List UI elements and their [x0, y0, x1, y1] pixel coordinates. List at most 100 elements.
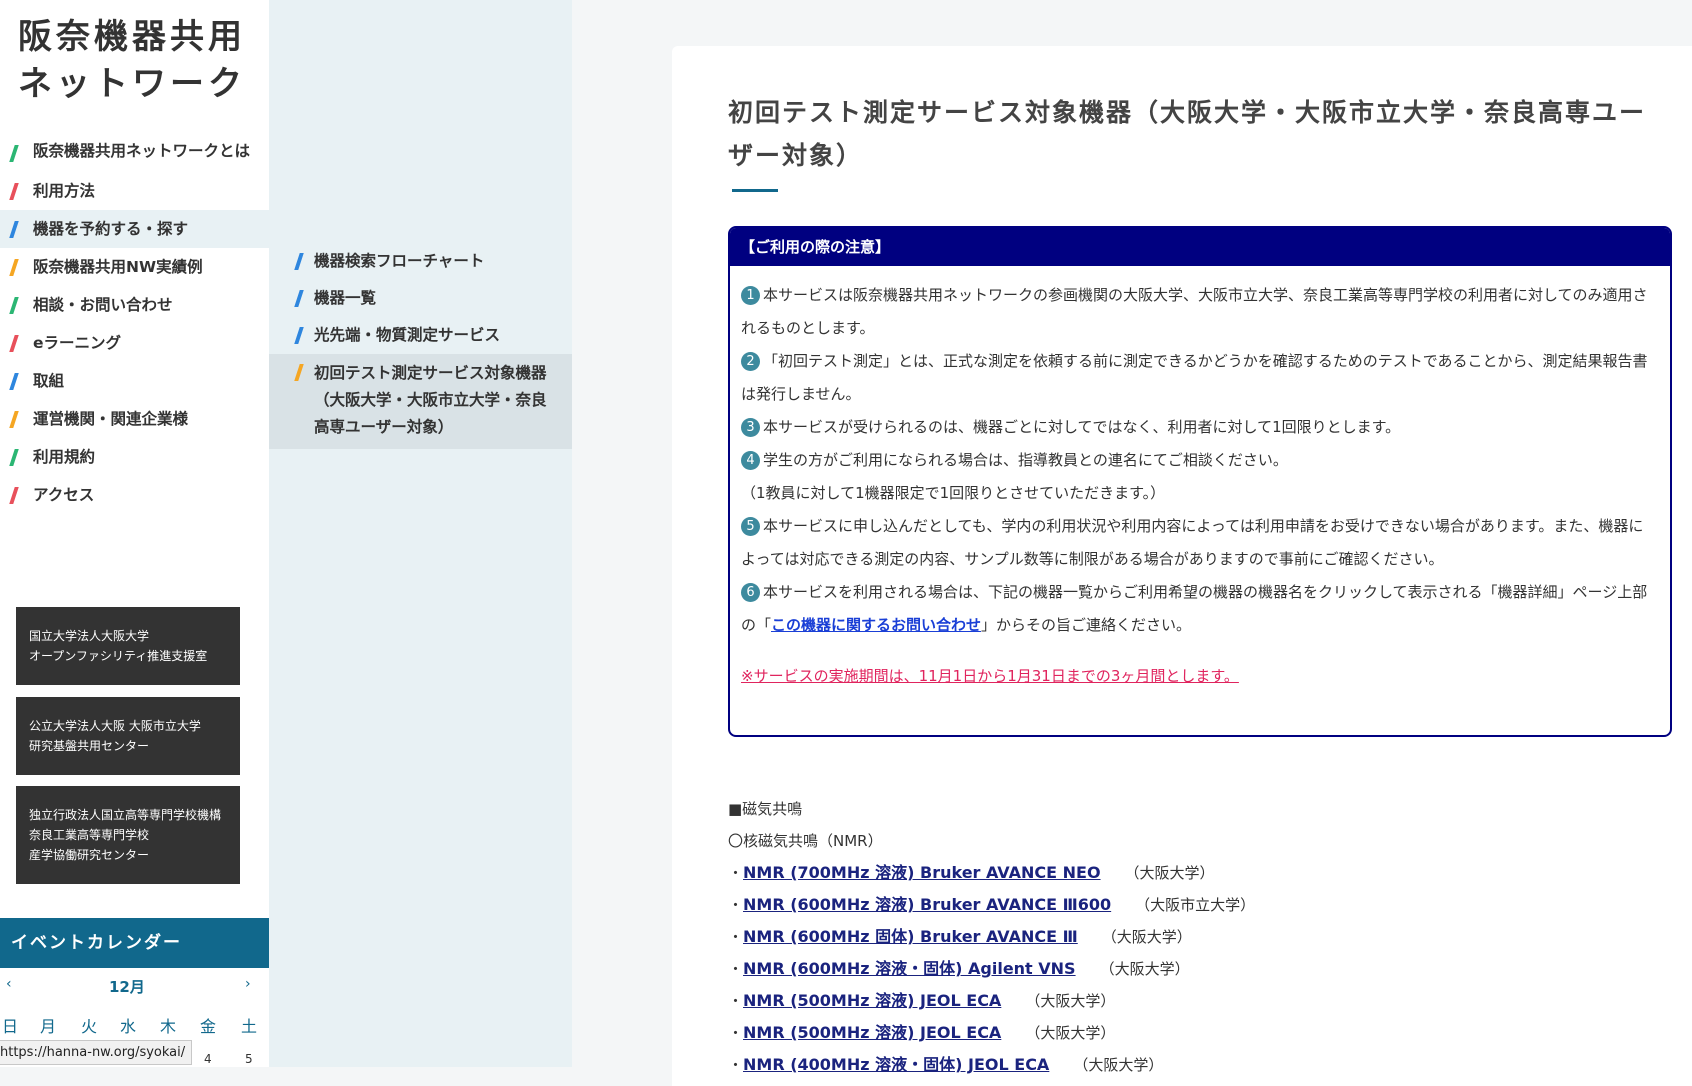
- slash-icon: [294, 327, 304, 344]
- notice-item-note: （1教員に対して1機器限定で1回限りとさせていただきます。）: [741, 484, 1166, 502]
- site-title-line1: 阪奈機器共用: [18, 17, 246, 57]
- instrument-row: ・NMR (500MHz 溶液) JEOL ECA （大阪大学）: [728, 1017, 1255, 1049]
- submenu-list: 機器検索フローチャート 機器一覧 光先端・物質測定サービス 初回テスト測定サービ…: [269, 243, 572, 449]
- nav-item-reserve[interactable]: 機器を予約する・探す: [0, 210, 269, 248]
- instrument-link[interactable]: NMR (500MHz 溶液) JEOL ECA: [743, 991, 1001, 1010]
- submenu-item-label: 機器一覧: [314, 289, 377, 307]
- weekday-sat: 土: [241, 1017, 258, 1036]
- org-link-line: 奈良工業高等専門学校: [29, 828, 150, 842]
- circled-number-3-icon: 3: [741, 418, 760, 437]
- nav-item-terms[interactable]: 利用規約: [0, 438, 269, 476]
- nav-item-label: 運営機関・関連企業様: [33, 410, 189, 428]
- nav-item-label: 阪奈機器共用NW実績例: [33, 258, 203, 276]
- notice-item-text: 本サービスに申し込んだとしても、学内の利用状況や利用内容によっては利用申請をお受…: [741, 517, 1644, 568]
- slash-icon: [294, 290, 304, 307]
- submenu-item-flowchart[interactable]: 機器検索フローチャート: [269, 243, 572, 280]
- bullet: ・: [728, 992, 744, 1010]
- org-link-line: 産学協働研究センター: [29, 848, 150, 862]
- notice-item-text: 「初回テスト測定」とは、正式な測定を依頼する前に測定できるかどうかを確認するため…: [741, 352, 1648, 403]
- calendar-day[interactable]: 5: [245, 1052, 253, 1066]
- slash-icon: [9, 259, 19, 276]
- slash-icon: [9, 373, 19, 390]
- instrument-institution: （大阪大学）: [1073, 1056, 1164, 1074]
- usage-notice-box: 【ご利用の際の注意】 1 本サービスは阪奈機器共用ネットワークの参画機関の大阪大学…: [728, 226, 1672, 737]
- slash-icon: [9, 145, 19, 162]
- submenu-item-label: 光先端・物質測定サービス: [314, 326, 501, 344]
- calendar-day[interactable]: 4: [204, 1052, 212, 1066]
- instrument-link[interactable]: NMR (500MHz 溶液) JEOL ECA: [743, 1023, 1001, 1042]
- submenu-item-label: 機器検索フローチャート: [314, 252, 485, 270]
- status-bar-url: https://hanna-nw.org/syokai/: [0, 1040, 193, 1065]
- bullet: ・: [728, 864, 744, 882]
- weekday-thu: 木: [160, 1017, 177, 1036]
- submenu-item-label: 初回テスト測定サービス対象機器（大阪大学・大阪市立大学・奈良高専ユーザー対象）: [314, 364, 547, 436]
- slash-icon: [9, 221, 19, 238]
- org-link-nara-kosen[interactable]: 独立行政法人国立高等専門学校機構 奈良工業高等専門学校 産学協働研究センター: [16, 786, 240, 884]
- slash-icon: [9, 335, 19, 352]
- nav-item-contact[interactable]: 相談・お問い合わせ: [0, 286, 269, 324]
- nav-item-organizations[interactable]: 運営機関・関連企業様: [0, 400, 269, 438]
- nav-item-usage[interactable]: 利用方法: [0, 172, 269, 210]
- bullet: ・: [728, 928, 744, 946]
- submenu-item-photon-service[interactable]: 光先端・物質測定サービス: [269, 317, 572, 354]
- instrument-row: ・NMR (700MHz 溶液) Bruker AVANCE NEO （大阪大学）: [728, 857, 1255, 889]
- notice-item: 3 本サービスが受けられるのは、機器ごとに対してではなく、利用者に対して1回限りと…: [741, 411, 1656, 444]
- calendar-prev-button[interactable]: ‹: [6, 976, 12, 992]
- page-title: 初回テスト測定サービス対象機器（大阪大学・大阪市立大学・奈良高専ユーザー対象）: [728, 98, 1647, 170]
- slash-icon: [294, 253, 304, 270]
- org-link-line: オープンファシリティ推進支援室: [29, 649, 208, 663]
- weekday-wed: 水: [120, 1017, 137, 1036]
- weekday-fri: 金: [200, 1017, 217, 1036]
- instrument-institution: （大阪大学）: [1025, 1024, 1116, 1042]
- submenu-panel: 機器検索フローチャート 機器一覧 光先端・物質測定サービス 初回テスト測定サービ…: [269, 0, 888, 1067]
- org-link-line: 公立大学法人大阪 大阪市立大学: [29, 719, 201, 733]
- instrument-list: ・NMR (700MHz 溶液) Bruker AVANCE NEO （大阪大学）…: [728, 857, 1255, 1081]
- org-link-osaka-univ[interactable]: 国立大学法人大阪大学 オープンファシリティ推進支援室: [16, 607, 240, 685]
- nav-item-access[interactable]: アクセス: [0, 476, 269, 514]
- instrument-row: ・NMR (400MHz 溶液・固体) JEOL ECA （大阪大学）: [728, 1049, 1255, 1081]
- nav-item-elearning[interactable]: eラーニング: [0, 324, 269, 362]
- nav-item-initiatives[interactable]: 取組: [0, 362, 269, 400]
- slash-icon: [9, 487, 19, 504]
- circled-number-1-icon: 1: [741, 286, 760, 305]
- submenu-item-instrument-list[interactable]: 機器一覧: [269, 280, 572, 317]
- nav-item-label: 阪奈機器共用ネットワークとは: [33, 142, 251, 160]
- calendar-month: 12月: [109, 978, 145, 996]
- org-link-line: 国立大学法人大阪大学: [29, 629, 150, 643]
- org-link-osaka-city-univ[interactable]: 公立大学法人大阪 大阪市立大学 研究基盤共用センター: [16, 697, 240, 775]
- notice-item: 2 「初回テスト測定」とは、正式な測定を依頼する前に測定できるかどうかを確認するた…: [741, 345, 1656, 411]
- nav-item-label: 相談・お問い合わせ: [33, 296, 173, 314]
- notice-item: 4 学生の方がご利用になられる場合は、指導教員との連名にてご相談ください。: [741, 444, 1656, 477]
- instrument-link[interactable]: NMR (600MHz 固体) Bruker AVANCE Ⅲ: [743, 927, 1078, 946]
- weekday-sun: 日: [2, 1017, 19, 1036]
- instrument-link[interactable]: NMR (600MHz 溶液) Bruker AVANCE Ⅲ600: [743, 895, 1111, 914]
- nav-item-achievements[interactable]: 阪奈機器共用NW実績例: [0, 248, 269, 286]
- submenu-item-trial-service[interactable]: 初回テスト測定サービス対象機器（大阪大学・大阪市立大学・奈良高専ユーザー対象）: [269, 354, 572, 449]
- instrument-link[interactable]: NMR (700MHz 溶液) Bruker AVANCE NEO: [743, 863, 1101, 882]
- title-underline: [732, 189, 778, 192]
- slash-icon: [9, 449, 19, 466]
- notice-body: 1 本サービスは阪奈機器共用ネットワークの参画機関の大阪大学、大阪市立大学、奈良工…: [730, 266, 1670, 693]
- instrument-link[interactable]: NMR (600MHz 溶液・固体) Agilent VNS: [743, 959, 1076, 978]
- bullet: ・: [728, 960, 744, 978]
- circled-number-5-icon: 5: [741, 517, 760, 536]
- calendar-next-button[interactable]: ›: [245, 976, 251, 992]
- sidebar: 阪奈機器共用 ネットワーク 阪奈機器共用ネットワークとは 利用方法 機器を予約す…: [0, 0, 269, 1067]
- notice-item: 1 本サービスは阪奈機器共用ネットワークの参画機関の大阪大学、大阪市立大学、奈良工…: [741, 279, 1656, 345]
- slash-icon: [9, 183, 19, 200]
- nav-item-label: 利用規約: [33, 448, 96, 466]
- site-title[interactable]: 阪奈機器共用 ネットワーク: [18, 14, 246, 108]
- notice-item: 6 本サービスを利用される場合は、下記の機器一覧からご利用希望の機器の機器名をクリ…: [741, 576, 1656, 642]
- weekday-tue: 火: [81, 1017, 98, 1036]
- org-link-line: 独立行政法人国立高等専門学校機構: [29, 808, 222, 822]
- instrument-row: ・NMR (500MHz 溶液) JEOL ECA （大阪大学）: [728, 985, 1255, 1017]
- content-card: 初回テスト測定サービス対象機器（大阪大学・大阪市立大学・奈良高専ユーザー対象） …: [672, 46, 1692, 1086]
- instrument-institution: （大阪大学）: [1099, 960, 1190, 978]
- circled-number-6-icon: 6: [741, 583, 760, 602]
- instrument-inquiry-link[interactable]: この機器に関するお問い合わせ: [771, 616, 981, 634]
- instrument-link[interactable]: NMR (400MHz 溶液・固体) JEOL ECA: [743, 1055, 1049, 1074]
- nav-item-about[interactable]: 阪奈機器共用ネットワークとは: [0, 134, 269, 172]
- bullet: ・: [728, 1024, 744, 1042]
- circled-number-4-icon: 4: [741, 451, 760, 470]
- subsection-heading: 〇核磁気共鳴（NMR）: [728, 832, 883, 850]
